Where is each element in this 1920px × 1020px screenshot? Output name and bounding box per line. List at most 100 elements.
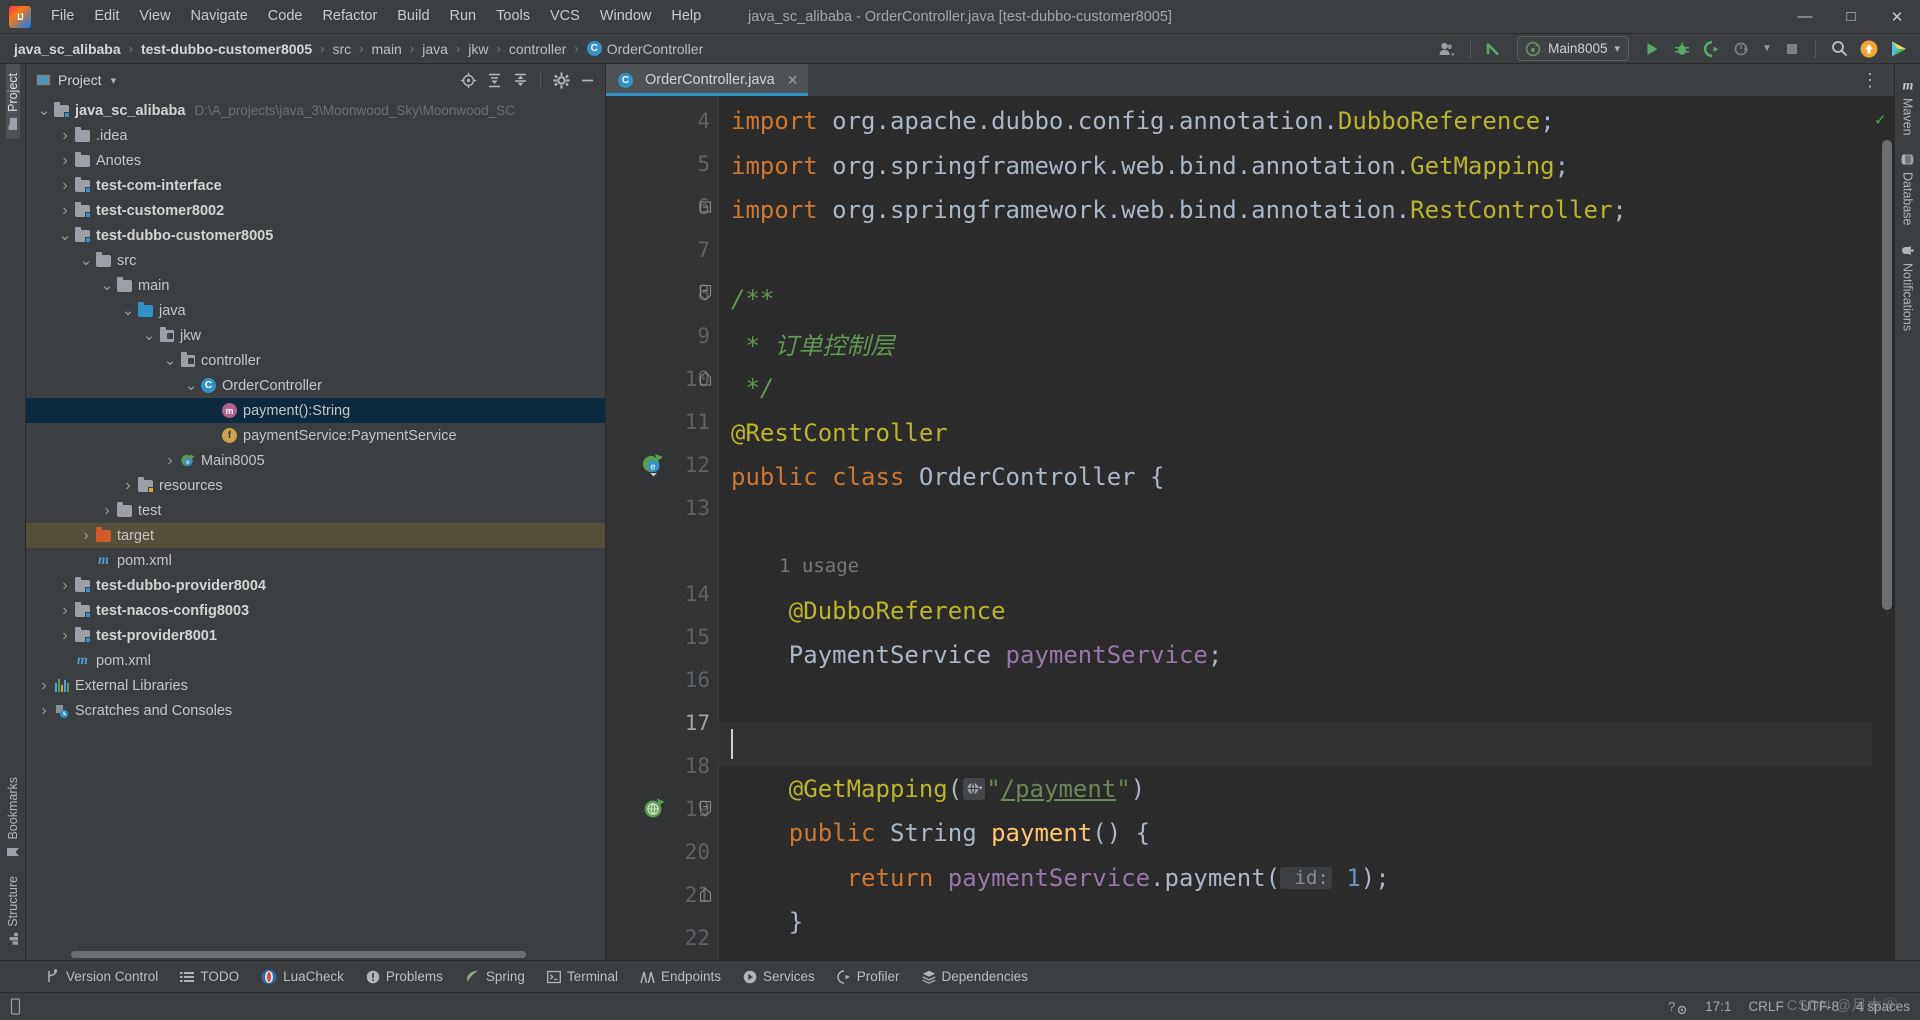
chevron-right-icon[interactable]: › [57,627,73,645]
gutter-line[interactable]: 7 [606,228,718,271]
tree-node-test-com-interface[interactable]: › test-com-interface [26,173,605,198]
bottom-tab-terminal[interactable]: Terminal [536,965,629,988]
tree-node-controller[interactable]: ⌄ controller [26,348,605,373]
tree-node-ordercontroller[interactable]: ⌄ C OrderController [26,373,605,398]
scrollbar-thumb[interactable] [71,951,526,958]
close-icon[interactable]: ✕ [787,72,799,89]
breadcrumb-module[interactable]: test-dubbo-customer8005 [139,39,314,59]
gutter-line[interactable]: 18 [606,745,718,788]
locate-icon[interactable] [456,68,480,92]
code-line[interactable] [719,945,1872,961]
code-line[interactable]: /** [719,277,1872,322]
editor-markers-bar[interactable]: ✓ [1872,96,1894,960]
menu-run[interactable]: Run [440,4,487,29]
tree-node-test-dubbo-provider8004[interactable]: › test-dubbo-provider8004 [26,573,605,598]
code-line[interactable]: return paymentService. payment( id: 1); [719,856,1872,901]
bottom-tab-todo[interactable]: TODO [169,965,250,988]
chevron-right-icon[interactable]: › [36,677,52,695]
gutter-line[interactable]: 5 [606,142,718,185]
debug-button[interactable] [1669,37,1695,61]
sidebar-item-bookmarks[interactable]: Bookmarks [6,768,20,868]
project-tree-hscrollbar[interactable] [26,949,605,960]
code-line[interactable] [719,233,1872,278]
gutter-line[interactable]: 12 e [606,443,718,486]
code-fold-icon[interactable] [699,284,712,301]
menu-navigate[interactable]: Navigate [181,4,258,29]
sidebar-item-maven[interactable]: m Maven [1900,72,1916,144]
line-separator[interactable]: CRLF [1748,999,1783,1014]
tree-node-paymentservice-paymentservice[interactable]: f paymentService:PaymentService [26,423,605,448]
breadcrumb-main[interactable]: main [370,39,404,59]
chevron-right-icon[interactable]: › [57,177,73,195]
tree-node-test-provider8001[interactable]: › test-provider8001 [26,623,605,648]
menu-help[interactable]: Help [661,4,711,29]
menu-edit[interactable]: Edit [84,4,129,29]
chevron-right-icon[interactable]: › [99,502,115,520]
sidebar-item-structure[interactable]: Structure [6,867,20,954]
code-line[interactable]: import org.apache.dubbo.config.annotatio… [719,99,1872,144]
chevron-right-icon[interactable]: › [162,452,178,470]
spring-bean-icon[interactable]: e [640,453,666,477]
code-line[interactable]: PaymentService paymentService; [719,633,1872,678]
tree-node-target[interactable]: › target [26,523,605,548]
code-line[interactable]: */ [719,366,1872,411]
code-editor[interactable]: 4 5 6 7 8 9 10 11 12 e 13 14 15 16 17 18 19 20 21 22 import… [606,96,1894,960]
gutter-line[interactable]: 11 [606,400,718,443]
project-tree[interactable]: ⌄ java_sc_alibaba D:\A_projects\java_3\Moo… [26,96,605,949]
chevron-right-icon[interactable]: › [57,577,73,595]
code-content[interactable]: import org.apache.dubbo.config.annotatio… [718,96,1872,960]
chevron-right-icon[interactable]: › [57,152,73,170]
run-with-coverage-button[interactable] [1699,37,1725,61]
tree-node-main[interactable]: ⌄ main [26,273,605,298]
account-icon[interactable] [1434,37,1460,61]
tree-node-jkw[interactable]: ⌄ jkw [26,323,605,348]
run-button[interactable] [1639,37,1665,61]
bottom-tab-dependencies[interactable]: Dependencies [911,965,1039,988]
code-line[interactable]: public String payment() { [719,811,1872,856]
chevron-down-icon[interactable]: ▾ [111,74,117,87]
file-encoding[interactable]: UTF-8 [1801,999,1839,1014]
code-fold-icon[interactable] [699,801,712,818]
settings-icon[interactable] [549,68,573,92]
code-line[interactable]: @GetMapping("/payment ") [719,767,1872,812]
chevron-down-icon[interactable]: ⌄ [78,253,94,268]
search-icon[interactable] [1826,37,1852,61]
code-line[interactable] [719,500,1872,545]
tree-node-payment-string[interactable]: m payment():String [26,398,605,423]
memory-indicator-icon[interactable] [8,998,23,1015]
sidebar-item-notifications[interactable]: Notifications [1901,235,1915,340]
code-line[interactable]: import org.springframework.web.bind.anno… [719,144,1872,189]
breadcrumb-java[interactable]: java [420,39,450,59]
sidebar-item-database[interactable]: Database [1901,144,1915,235]
gutter-line[interactable]: 19 [606,788,718,831]
bottom-tab-profiler[interactable]: Profiler [826,965,911,988]
code-line[interactable]: @RestController [719,411,1872,456]
tree-node-test-nacos-config8003[interactable]: › test-nacos-config8003 [26,598,605,623]
indent-setting[interactable]: 4 spaces [1856,999,1910,1014]
code-line[interactable] [719,678,1872,723]
tree-node-main8005[interactable]: › e Main8005 [26,448,605,473]
bottom-tab-services[interactable]: Services [732,965,826,988]
tree-node-pom-xml[interactable]: m pom.xml [26,648,605,673]
profiler-button[interactable] [1729,37,1755,61]
breadcrumb-jkw[interactable]: jkw [466,39,490,59]
ide-update-icon[interactable] [1856,37,1882,61]
expand-all-icon[interactable] [482,68,506,92]
chevron-right-icon[interactable]: › [57,602,73,620]
tree-node-anotes[interactable]: › Anotes [26,148,605,173]
editor-tab-ordercontroller[interactable]: C OrderController.java ✕ [606,64,809,96]
chevron-down-icon[interactable]: ⌄ [183,378,199,393]
code-fold-icon[interactable] [699,371,712,386]
code-line[interactable]: import org.springframework.web.bind.anno… [719,188,1872,233]
tree-node-java[interactable]: ⌄ java [26,298,605,323]
feedback-icon[interactable] [1886,37,1912,61]
chevron-down-icon[interactable]: ⌄ [36,103,52,118]
chevron-right-icon[interactable]: › [57,127,73,145]
tree-node-resources[interactable]: › resources [26,473,605,498]
chevron-down-icon[interactable]: ⌄ [120,303,136,318]
gutter-line[interactable]: 22 [606,917,718,960]
tree-node-pom-xml[interactable]: m pom.xml [26,548,605,573]
maximize-button[interactable]: □ [1828,0,1874,34]
bottom-tab-spring[interactable]: Spring [454,965,536,988]
tree-node-test-dubbo-customer8005[interactable]: ⌄ test-dubbo-customer8005 [26,223,605,248]
